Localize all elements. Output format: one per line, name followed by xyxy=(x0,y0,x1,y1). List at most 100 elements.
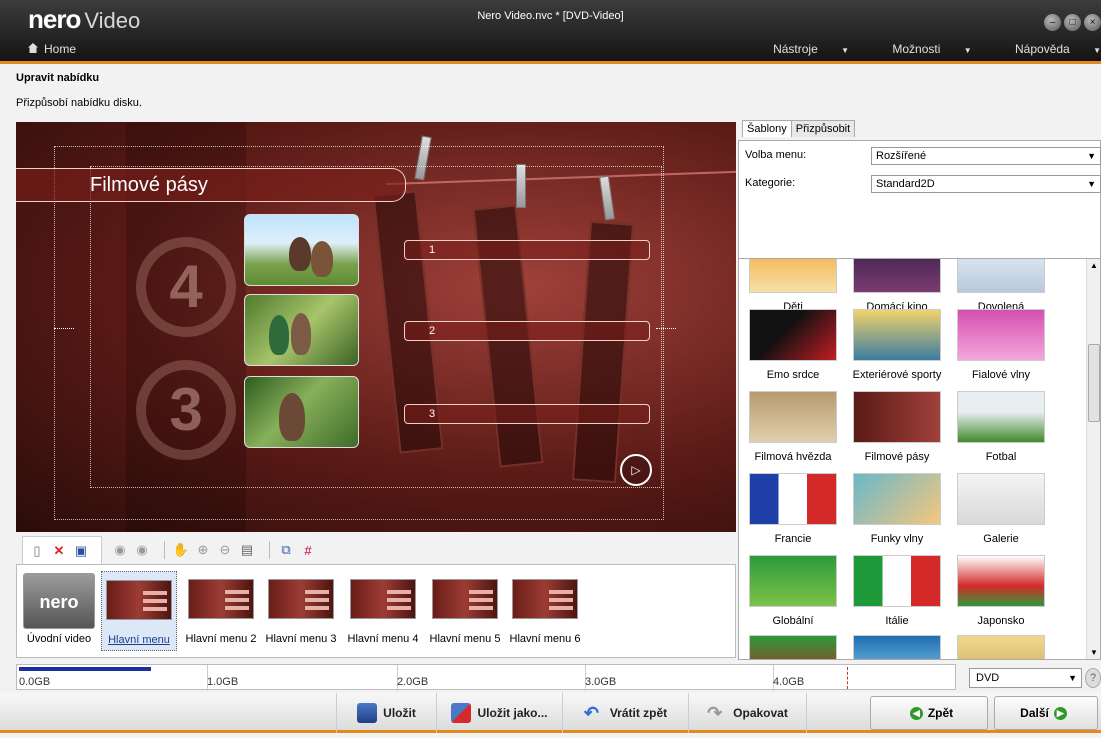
help-icon[interactable]: ? xyxy=(1085,668,1101,688)
restore-icon[interactable]: □ xyxy=(1064,14,1081,31)
template-japonsko[interactable]: Japonsko xyxy=(951,555,1051,627)
capacity-limit-marker xyxy=(847,667,848,689)
zoom-out-icon[interactable]: ⊖ xyxy=(217,542,233,558)
tab-customize[interactable]: Přizpůsobit xyxy=(790,120,856,137)
template-domaci-kino[interactable]: Domácí kino xyxy=(847,259,947,313)
capacity-fill xyxy=(19,667,151,671)
capacity-label: 3.0GB xyxy=(585,676,617,688)
scroll-thumb[interactable] xyxy=(1088,344,1100,422)
zoom-in-icon[interactable]: ⊕ xyxy=(195,542,211,558)
save-icon xyxy=(357,703,378,723)
back-arrow-icon: ◀ xyxy=(909,706,923,720)
template-exterierove-sporty[interactable]: Exteriérové sporty xyxy=(847,309,947,381)
chapter-thumbnail[interactable] xyxy=(244,376,359,448)
main-menu: Nástroje ▼ Možnosti ▼ Nápověda ▼ xyxy=(733,42,1101,56)
grid-icon[interactable]: # xyxy=(300,542,316,558)
chevron-down-icon: ▼ xyxy=(841,46,850,55)
scroll-down-icon: ▼ xyxy=(1090,648,1098,657)
template-fialove-vlny[interactable]: Fialové vlny xyxy=(951,309,1051,381)
minimize-icon[interactable]: – xyxy=(1044,14,1061,31)
layout-icon[interactable]: ▤ xyxy=(239,542,255,558)
menu-options[interactable]: Možnosti ▼ xyxy=(872,42,971,56)
save-icon[interactable]: ▣ xyxy=(73,543,89,559)
next-arrow-icon: ▶ xyxy=(1053,706,1067,720)
disc-icon[interactable]: ◉ xyxy=(112,542,128,558)
template-filmove-pasy[interactable]: Filmové pásy xyxy=(847,391,947,463)
editor-toolbar: ▯ ✕ ▣ ◉ ◉ ✋ ⊕ ⊖ ▤ ⧉ # xyxy=(16,536,736,564)
template-options: Volba menu: Rozšířené ▼ Kategorie: Standa… xyxy=(738,140,1101,264)
menu-list: nero Úvodní video Hlavní menu Hlavní men… xyxy=(16,564,736,658)
gallery-scrollbar[interactable]: ▲ ▼ xyxy=(1086,259,1100,659)
category-label: Kategorie: xyxy=(745,177,796,189)
template-deti[interactable]: Děti xyxy=(743,259,843,313)
chapter-button-3[interactable]: 3 xyxy=(404,404,650,424)
section-title: Upravit nabídku xyxy=(16,72,100,84)
menu-item-intro-video[interactable]: nero Úvodní video xyxy=(21,571,97,645)
capacity-label: 2.0GB xyxy=(397,676,429,688)
new-page-icon[interactable]: ▯ xyxy=(29,543,45,559)
next-button[interactable]: Další ▶ xyxy=(994,696,1098,730)
chapter-button-2[interactable]: 2 xyxy=(404,321,650,341)
save-button[interactable]: Uložit xyxy=(336,693,436,733)
chevron-down-icon: ▼ xyxy=(1093,46,1101,55)
template-panel: Šablony Přizpůsobit Volba menu: Rozšířené… xyxy=(738,120,1101,660)
capacity-label: 1.0GB xyxy=(207,676,239,688)
capacity-label: 4.0GB xyxy=(773,676,805,688)
save-as-icon xyxy=(451,703,472,723)
chevron-down-icon: ▼ xyxy=(963,46,972,55)
template-funky-vlny[interactable]: Funky vlny xyxy=(847,473,947,545)
disc-capacity-bar: 0.0GB 1.0GB 2.0GB 3.0GB 4.0GB xyxy=(16,664,956,691)
template-galerie[interactable]: Galerie xyxy=(951,473,1051,545)
chevron-down-icon: ▼ xyxy=(1087,151,1096,161)
action-bar: Uložit Uložit jako... ↶ Vrátit zpět ↷ Opak… xyxy=(0,693,1101,733)
back-button[interactable]: ◀ Zpět xyxy=(870,696,988,730)
file-actions-group: ▯ ✕ ▣ xyxy=(22,536,102,564)
template-dovolena[interactable]: Dovolená xyxy=(951,259,1051,313)
chapter-button-1[interactable]: 1 xyxy=(404,240,650,260)
tab-templates[interactable]: Šablony xyxy=(742,120,792,137)
category-select[interactable]: Standard2D ▼ xyxy=(871,175,1101,193)
template-italie[interactable]: Itálie xyxy=(847,555,947,627)
template-filmova-hvezda[interactable]: Filmová hvězda xyxy=(743,391,843,463)
home-label: Home xyxy=(44,42,77,56)
menu-item-main-6[interactable]: Hlavní menu 6 xyxy=(507,571,583,645)
template-gallery: Děti Domácí kino Dovolená Emo srdce Exte… xyxy=(738,258,1101,660)
menu-item-main-3[interactable]: Hlavní menu 3 xyxy=(263,571,339,645)
arrange-icon[interactable]: ⧉ xyxy=(278,542,294,558)
menu-choice-select[interactable]: Rozšířené ▼ xyxy=(871,147,1101,165)
section-subtitle: Přizpůsobí nabídku disku. xyxy=(16,97,142,109)
menu-item-main-2[interactable]: Hlavní menu 2 xyxy=(183,571,259,645)
chevron-down-icon: ▼ xyxy=(1068,673,1077,683)
menu-item-main-4[interactable]: Hlavní menu 4 xyxy=(345,571,421,645)
chapter-thumbnail[interactable] xyxy=(244,214,359,286)
nero-logo: nero xyxy=(23,573,95,629)
close-icon[interactable]: × xyxy=(1084,14,1101,31)
play-icon[interactable]: ▷ xyxy=(620,454,652,486)
delete-icon[interactable]: ✕ xyxy=(51,543,67,559)
undo-button[interactable]: ↶ Vrátit zpět xyxy=(562,693,688,733)
menu-preview[interactable]: 4 3 Filmové pásy 1 2 3 ▷ xyxy=(16,122,736,532)
chapter-thumbnail[interactable] xyxy=(244,294,359,366)
redo-button[interactable]: ↷ Opakovat xyxy=(688,693,806,733)
template-fotbal[interactable]: Fotbal xyxy=(951,391,1051,463)
template-emo-srdce[interactable]: Emo srdce xyxy=(743,309,843,381)
template-francie[interactable]: Francie xyxy=(743,473,843,545)
panel-tabs: Šablony Přizpůsobit xyxy=(742,120,856,140)
scroll-up-icon: ▲ xyxy=(1090,261,1098,270)
hand-icon[interactable]: ✋ xyxy=(173,542,189,558)
template-globalni[interactable]: Globální xyxy=(743,555,843,627)
home-icon xyxy=(28,43,38,53)
disc-type-select[interactable]: DVD ▼ xyxy=(969,668,1082,688)
undo-icon: ↶ xyxy=(583,703,599,723)
menu-title[interactable]: Filmové pásy xyxy=(16,168,406,202)
document-title: Nero Video.nvc * [DVD-Video] xyxy=(477,10,624,22)
disc-icon[interactable]: ◉ xyxy=(134,542,150,558)
menu-tools[interactable]: Nástroje ▼ xyxy=(753,42,849,56)
menu-item-main[interactable]: Hlavní menu xyxy=(101,571,177,651)
menu-item-main-5[interactable]: Hlavní menu 5 xyxy=(427,571,503,645)
menu-choice-label: Volba menu: xyxy=(745,149,807,161)
redo-icon: ↷ xyxy=(707,703,723,723)
home-link[interactable]: Home xyxy=(28,42,76,56)
save-as-button[interactable]: Uložit jako... xyxy=(436,693,562,733)
menu-help[interactable]: Nápověda ▼ xyxy=(995,42,1101,56)
